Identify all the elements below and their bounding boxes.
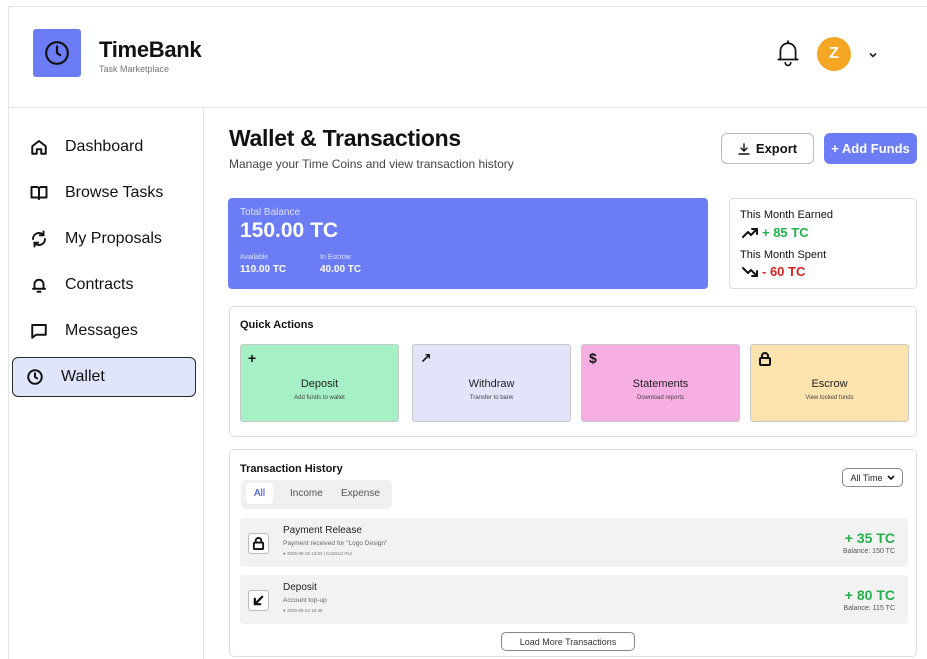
- book-icon: [30, 186, 48, 200]
- action-title: Escrow: [811, 378, 848, 390]
- sidebar-item-messages[interactable]: Messages: [4, 311, 188, 351]
- sidebar-item-my-proposals[interactable]: My Proposals: [4, 219, 188, 259]
- tab-all[interactable]: All: [246, 483, 274, 504]
- page-subtitle: Manage your Time Coins and view transact…: [229, 157, 514, 171]
- trend-up-icon: [742, 227, 758, 238]
- transaction-amount: + 35 TC: [844, 530, 895, 546]
- refresh-icon: [32, 230, 46, 248]
- clock-icon: [27, 369, 43, 385]
- action-subtitle: Download reports: [636, 395, 685, 401]
- sidebar-item-wallet[interactable]: Wallet: [12, 357, 196, 397]
- withdraw-action-card[interactable]: ↗ Withdraw Transfer to bank: [412, 344, 571, 422]
- transaction-meta: ● 2025-05-24 16:46: [283, 608, 323, 613]
- transaction-description: Account top-up: [283, 597, 327, 604]
- earned-amount: + 85 TC: [762, 225, 809, 240]
- load-more-button[interactable]: Load More Transactions: [501, 632, 635, 651]
- deposit-action-card[interactable]: + Deposit Add funds to wallet: [240, 344, 399, 422]
- month-stats-card: This Month Earned + 85 TC This Month Spe…: [729, 198, 917, 289]
- clock-icon: [45, 41, 69, 65]
- logo[interactable]: [33, 29, 81, 77]
- available-label: Available: [240, 254, 269, 261]
- home-icon: [31, 140, 47, 155]
- escrow-action-card[interactable]: Escrow View locked funds: [750, 344, 909, 422]
- dollar-icon: $: [589, 350, 597, 366]
- time-range-select[interactable]: All Time: [842, 468, 903, 487]
- sidebar-item-dashboard[interactable]: Dashboard: [4, 127, 188, 167]
- export-button[interactable]: Export: [721, 133, 814, 164]
- notifications-bell-icon[interactable]: [775, 38, 801, 73]
- tab-expense[interactable]: Expense: [341, 488, 380, 499]
- transaction-meta: ● 2025-05-26 13:02 | Contract #14: [283, 551, 352, 556]
- arrow-down-left-icon: [248, 590, 269, 611]
- escrow-label: In Escrow: [320, 254, 351, 261]
- export-label: Export: [755, 141, 798, 156]
- chat-icon: [31, 324, 47, 339]
- available-value: 110.00 TC: [240, 264, 287, 275]
- balance-card: Total Balance 150.00 TC Available 110.00…: [228, 198, 708, 289]
- page-title: Wallet & Transactions: [229, 125, 461, 151]
- transaction-balance: Balance: 150 TC: [842, 548, 895, 555]
- filter-tabs: All Income Expense: [241, 480, 392, 509]
- lock-icon: [759, 352, 771, 366]
- sidebar-item-label: Browse Tasks: [65, 184, 164, 201]
- total-balance-value: 150.00 TC: [240, 219, 339, 242]
- spent-label: This Month Spent: [740, 249, 827, 261]
- table-row[interactable]: Payment Release Payment received for "Lo…: [240, 518, 908, 567]
- sidebar-item-contracts[interactable]: Contracts: [4, 265, 188, 305]
- trend-down-icon: [742, 266, 758, 277]
- sidebar-item-label: Wallet: [61, 368, 105, 385]
- add-funds-button[interactable]: + Add Funds: [824, 133, 917, 164]
- chevron-down-icon[interactable]: [868, 47, 878, 65]
- earned-label: This Month Earned: [740, 209, 833, 221]
- earned-value: + 85 TC: [742, 225, 809, 240]
- brand-name: TimeBank: [99, 37, 202, 62]
- action-title: Statements: [632, 378, 689, 390]
- sidebar-item-label: My Proposals: [65, 230, 162, 247]
- action-subtitle: View locked funds: [805, 395, 854, 401]
- statements-action-card[interactable]: $ Statements Download reports: [581, 344, 740, 422]
- action-title: Deposit: [300, 378, 339, 390]
- escrow-value: 40.00 TC: [320, 264, 362, 275]
- avatar[interactable]: Z: [817, 37, 851, 71]
- sidebar-item-label: Dashboard: [65, 138, 144, 155]
- plus-icon: +: [248, 350, 257, 366]
- table-row[interactable]: Deposit Account top-up ● 2025-05-24 16:4…: [240, 575, 908, 624]
- arrow-up-right-icon: ↗: [420, 350, 432, 366]
- quick-actions-title: Quick Actions: [240, 319, 314, 331]
- sidebar-item-label: Messages: [65, 322, 138, 339]
- lock-icon: [248, 533, 269, 554]
- action-title: Withdraw: [468, 378, 515, 390]
- transaction-title: Payment Release: [283, 525, 362, 536]
- action-subtitle: Add funds to wallet: [294, 395, 345, 401]
- transaction-description: Payment received for "Logo Design": [283, 540, 388, 547]
- transaction-amount: + 80 TC: [844, 587, 895, 603]
- download-icon: [738, 142, 750, 155]
- transaction-history-title: Transaction History: [240, 463, 343, 475]
- total-balance-label: Total Balance: [240, 207, 301, 218]
- bell-icon: [32, 278, 46, 293]
- tab-income[interactable]: Income: [290, 488, 323, 499]
- brand-subtitle: Task Marketplace: [99, 64, 170, 74]
- action-subtitle: Transfer to bank: [469, 395, 514, 401]
- sidebar-item-browse-tasks[interactable]: Browse Tasks: [4, 173, 188, 213]
- transaction-balance: Balance: 115 TC: [843, 605, 896, 612]
- sidebar-item-label: Contracts: [65, 276, 134, 293]
- chevron-down-icon: [886, 474, 895, 480]
- transaction-title: Deposit: [283, 582, 317, 593]
- spent-value: - 60 TC: [742, 264, 805, 279]
- spent-amount: - 60 TC: [762, 264, 806, 279]
- time-range-value: All Time: [850, 472, 883, 483]
